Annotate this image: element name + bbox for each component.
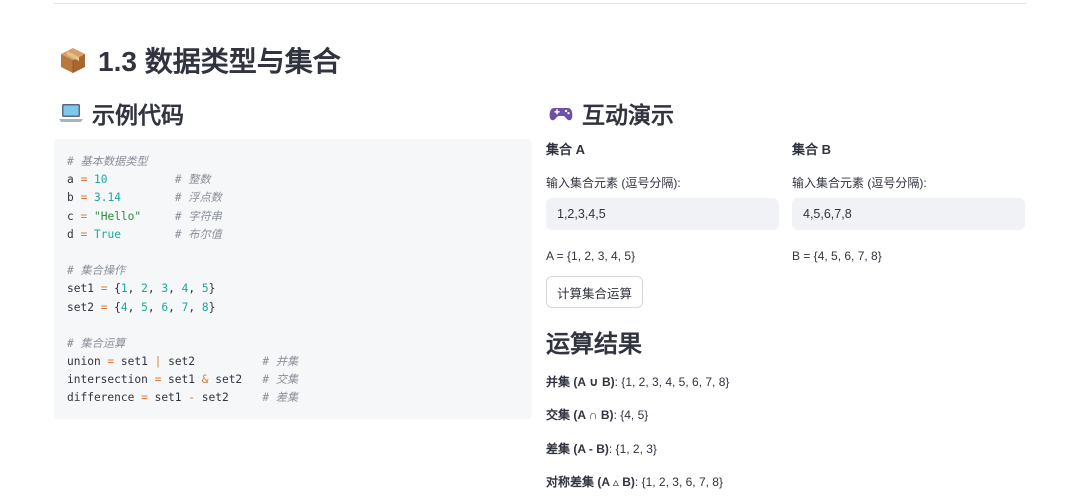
- page-title-text: 1.3 数据类型与集合: [98, 46, 341, 77]
- set-a-display: A = {1, 2, 3, 4, 5}: [546, 249, 636, 263]
- result-difference-value: : {1, 2, 3}: [608, 442, 657, 456]
- set-a-label: 集合 A: [546, 142, 586, 157]
- top-divider: [54, 3, 1026, 4]
- set-b-label: 集合 B: [792, 142, 832, 157]
- set-b-input[interactable]: [792, 198, 1025, 230]
- results-title: 运算结果: [546, 331, 642, 358]
- code-line: d = True # 布尔值: [67, 227, 222, 241]
- set-b-column: 集合 B 输入集合元素 (逗号分隔): B = {4, 5, 6, 7, 8}: [792, 140, 1025, 265]
- demo-section-title: 互动演示: [548, 95, 674, 131]
- code-line: b = 3.14 # 浮点数: [67, 191, 222, 205]
- code-line: set1 = {1, 2, 3, 4, 5}: [67, 282, 216, 296]
- code-line: # 基本数据类型: [67, 155, 148, 168]
- laptop-icon: [58, 100, 84, 126]
- gamepad-icon: [548, 100, 574, 126]
- result-intersection: 交集 (A ∩ B): {4, 5}: [546, 406, 648, 424]
- result-union: 并集 (A ∪ B): {1, 2, 3, 4, 5, 6, 7, 8}: [546, 373, 729, 391]
- compute-sets-button[interactable]: 计算集合运算: [546, 276, 644, 308]
- code-block: # 基本数据类型 a = 10 # 整数 b = 3.14 # 浮点数 c = "He…: [54, 139, 532, 419]
- result-symmetric-difference-value: : {1, 2, 3, 6, 7, 8}: [634, 475, 723, 489]
- page-title: 1.3 数据类型与集合: [58, 40, 341, 80]
- result-symmetric-difference-label: 对称差集 (A ▵ B): [546, 475, 635, 489]
- page: 1.3 数据类型与集合 示例代码 互动演示 # 基本数据类型 a = 10 # …: [0, 0, 1080, 497]
- result-symmetric-difference: 对称差集 (A ▵ B): {1, 2, 3, 6, 7, 8}: [546, 473, 723, 491]
- set-a-input-caption: 输入集合元素 (逗号分隔):: [546, 176, 681, 190]
- code-section-title-text: 示例代码: [92, 102, 184, 128]
- package-icon: [58, 45, 88, 75]
- result-difference: 差集 (A - B): {1, 2, 3}: [546, 440, 657, 458]
- code-line: set2 = {4, 5, 6, 7, 8}: [67, 300, 216, 314]
- code-line: union = set1 | set2 # 并集: [67, 355, 299, 369]
- code-line: c = "Hello" # 字符串: [67, 209, 222, 223]
- code-line: intersection = set1 & set2 # 交集: [67, 373, 299, 387]
- demo-section-title-text: 互动演示: [582, 102, 674, 128]
- set-a-column: 集合 A 输入集合元素 (逗号分隔): A = {1, 2, 3, 4, 5}: [546, 140, 779, 265]
- set-b-display: B = {4, 5, 6, 7, 8}: [792, 249, 882, 263]
- code-section-title: 示例代码: [58, 95, 184, 131]
- set-b-input-caption: 输入集合元素 (逗号分隔):: [792, 176, 927, 190]
- result-difference-label: 差集 (A - B): [546, 442, 609, 456]
- result-union-label: 并集 (A ∪ B): [546, 375, 615, 389]
- result-union-value: : {1, 2, 3, 4, 5, 6, 7, 8}: [614, 375, 730, 389]
- code-line: a = 10 # 整数: [67, 173, 211, 187]
- result-intersection-value: : {4, 5}: [613, 408, 649, 422]
- code-line: # 集合操作: [67, 264, 126, 278]
- set-a-input[interactable]: [546, 198, 779, 230]
- code-line: difference = set1 - set2 # 差集: [67, 391, 299, 405]
- result-intersection-label: 交集 (A ∩ B): [546, 408, 614, 422]
- code-line: # 集合运算: [67, 336, 126, 350]
